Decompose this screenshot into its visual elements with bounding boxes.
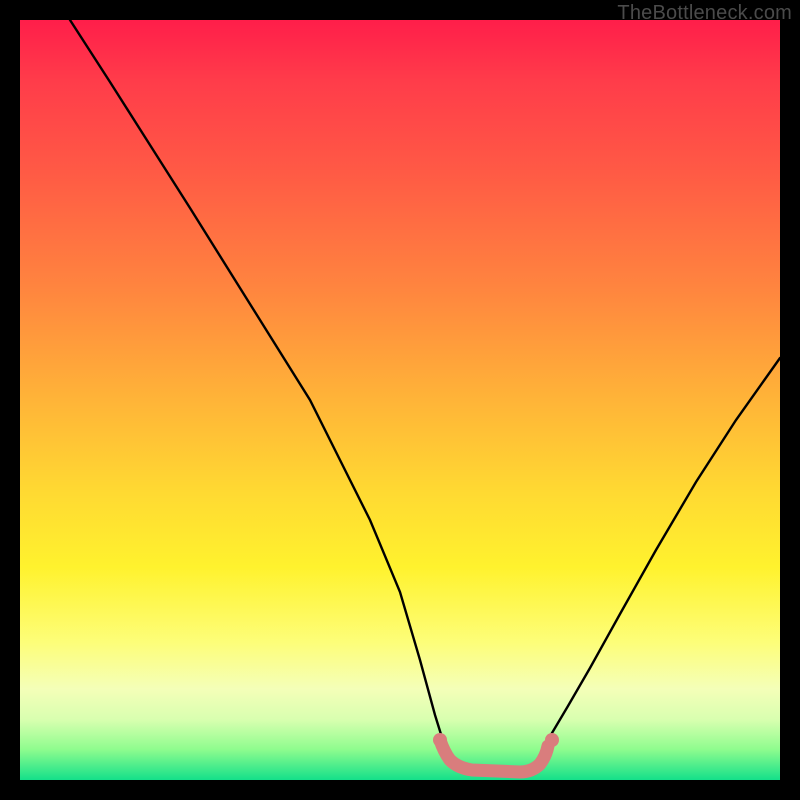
curve-svg [20,20,780,780]
curve-left-branch [70,20,444,744]
chart-frame: TheBottleneck.com [0,0,800,800]
curve-right-branch [544,358,780,746]
curve-flat-region [440,740,548,772]
plot-area [20,20,780,780]
curve-flat-start-dot [433,733,447,747]
curve-flat-end-dot [545,733,559,747]
